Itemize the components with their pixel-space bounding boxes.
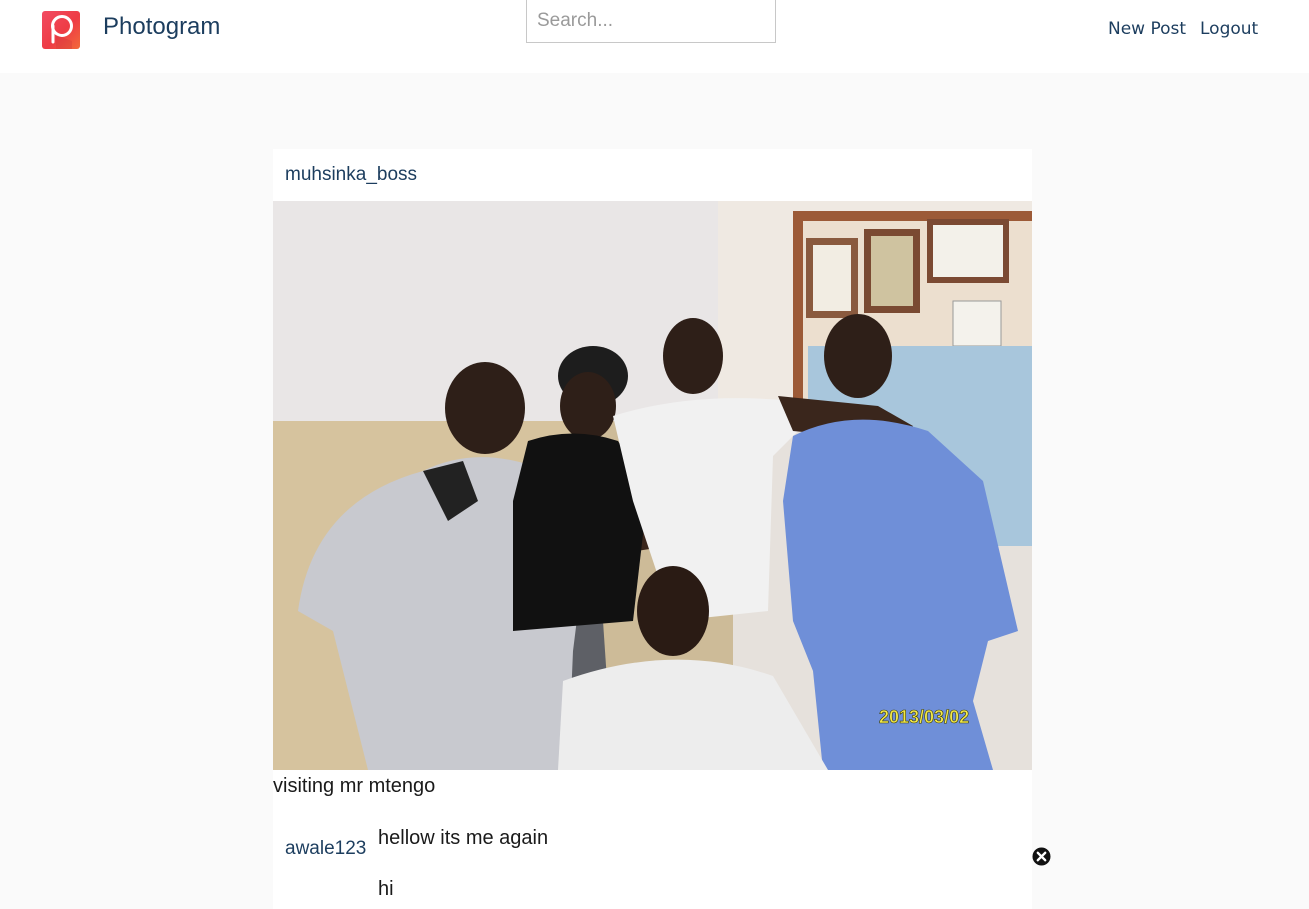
post-author-link[interactable]: muhsinka_boss — [285, 163, 417, 187]
new-post-link[interactable]: New Post — [1108, 18, 1186, 40]
comment-author-link[interactable]: awale123 — [285, 837, 366, 861]
logo-letter-p-icon — [51, 15, 73, 49]
comment-text: hi — [378, 878, 394, 900]
brand-name-link[interactable]: Photogram — [103, 12, 220, 42]
group-photo-image: 2013/03/02 — [273, 201, 1032, 770]
post-card: muhsinka_boss 2013/03/02 visiting mr mte… — [273, 149, 1032, 909]
search-input[interactable] — [526, 0, 776, 43]
delete-comment-icon — [1032, 847, 1051, 866]
post-caption: visiting mr mtengo — [273, 775, 436, 797]
photogram-logo-icon[interactable] — [42, 11, 80, 49]
top-navbar: Photogram New Post Logout — [0, 0, 1309, 73]
comment-text: hellow its me again — [378, 827, 549, 849]
photo-date-stamp: 2013/03/02 — [879, 707, 969, 727]
post-photo[interactable]: 2013/03/02 — [273, 201, 1032, 770]
logout-link[interactable]: Logout — [1200, 18, 1258, 40]
close-circle-icon[interactable] — [1032, 847, 1051, 866]
